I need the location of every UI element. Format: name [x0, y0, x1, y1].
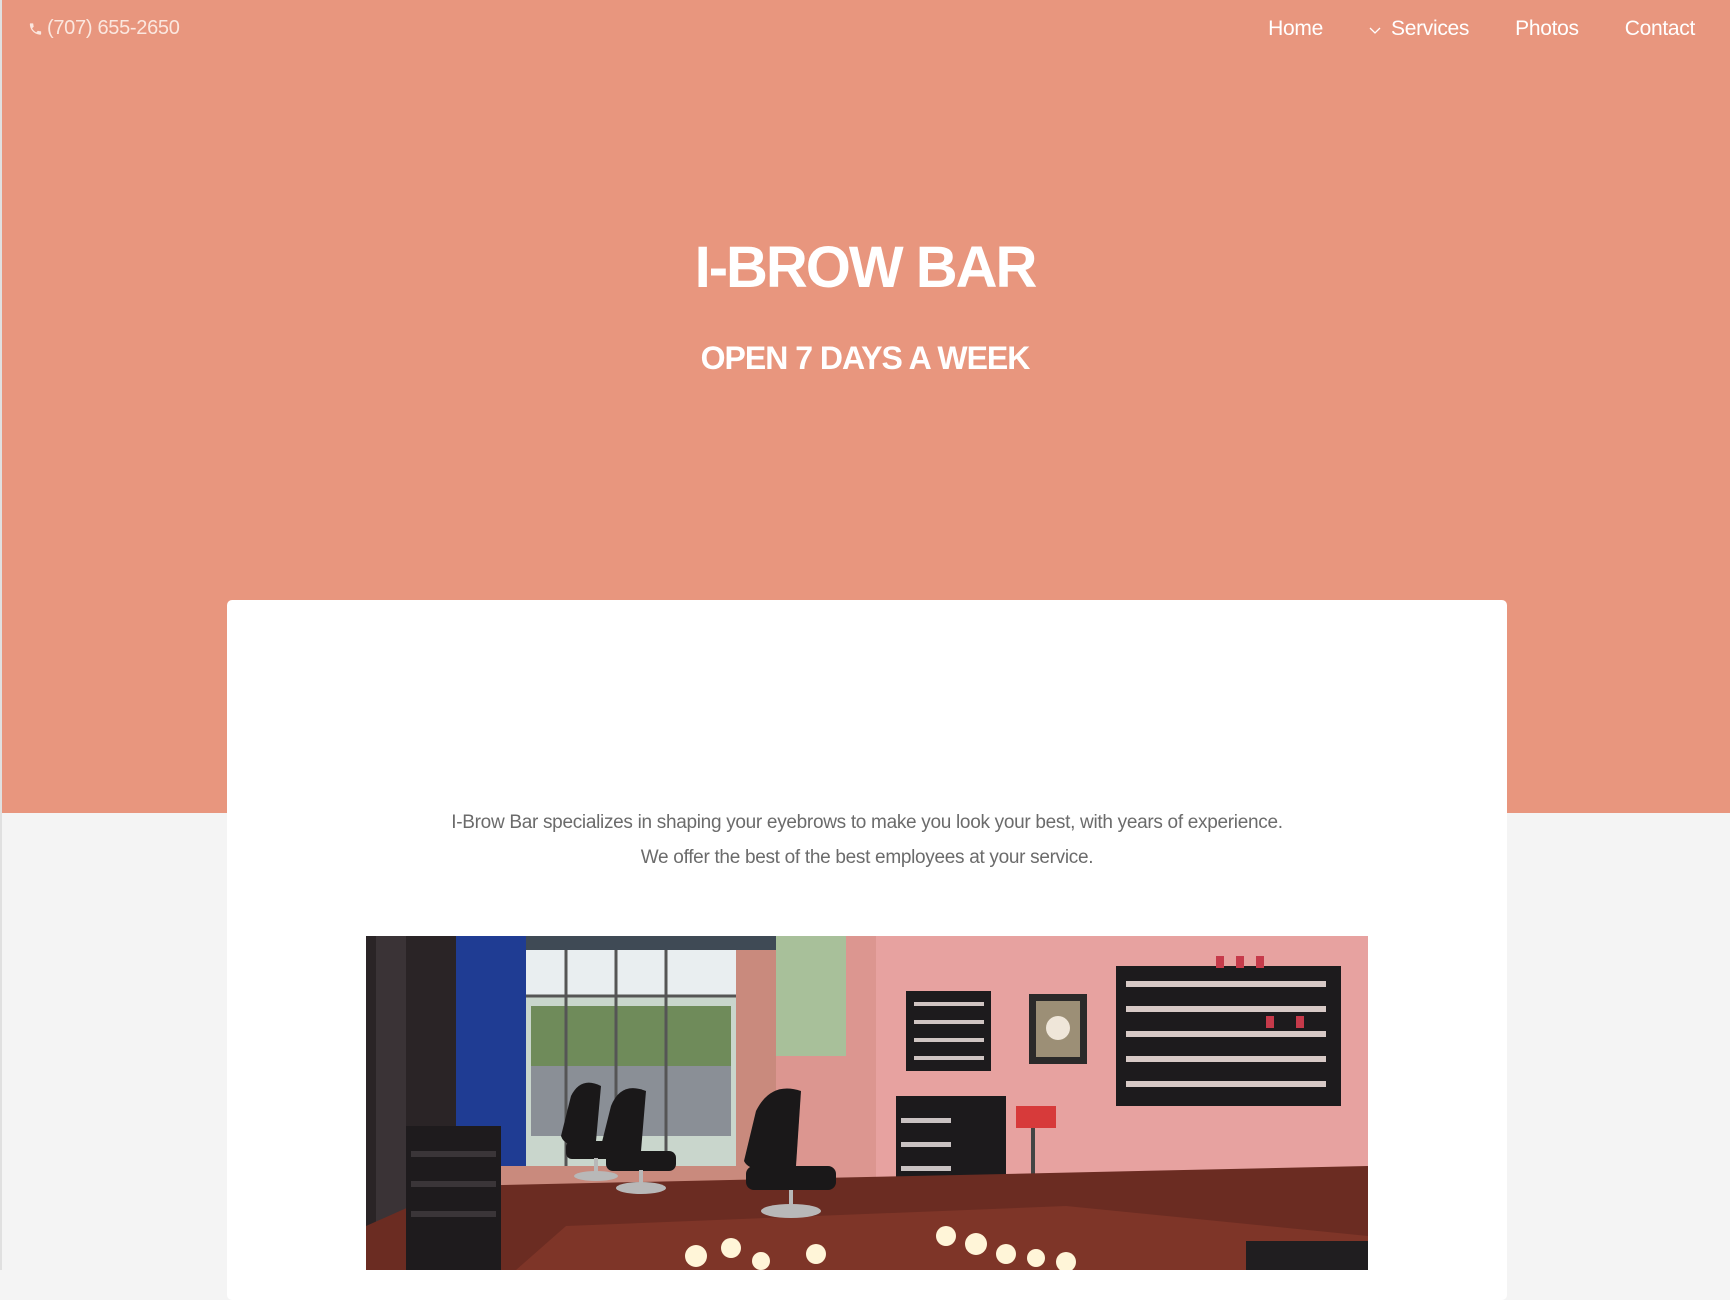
phone-icon: [28, 21, 43, 37]
main-nav: Home Services Photos Contact: [1222, 17, 1695, 41]
hero-subtitle: OPEN 7 DAYS A WEEK: [700, 340, 1031, 376]
phone-link[interactable]: (707) 655-2650: [28, 17, 180, 40]
nav-home[interactable]: Home: [1268, 17, 1323, 41]
intro-line-1: I-Brow Bar specializes in shaping your e…: [451, 812, 1283, 833]
phone-number: (707) 655-2650: [47, 17, 180, 39]
intro-line-2: We offer the best of the best employees …: [640, 847, 1094, 868]
nav-services[interactable]: Services: [1369, 17, 1469, 41]
nav-photos[interactable]: Photos: [1515, 17, 1579, 41]
site-title: I-BROW BAR: [694, 235, 1038, 300]
intro-text: I-Brow Bar specializes in shaping your e…: [227, 805, 1507, 875]
chevron-down-icon: [1369, 17, 1381, 41]
top-bar: (707) 655-2650 Home Services Photos Cont…: [0, 0, 1730, 62]
content-card: I-Brow Bar specializes in shaping your e…: [227, 600, 1507, 1300]
nav-contact[interactable]: Contact: [1625, 17, 1696, 41]
salon-photo: [366, 936, 1368, 1270]
nav-services-label: Services: [1391, 17, 1470, 40]
